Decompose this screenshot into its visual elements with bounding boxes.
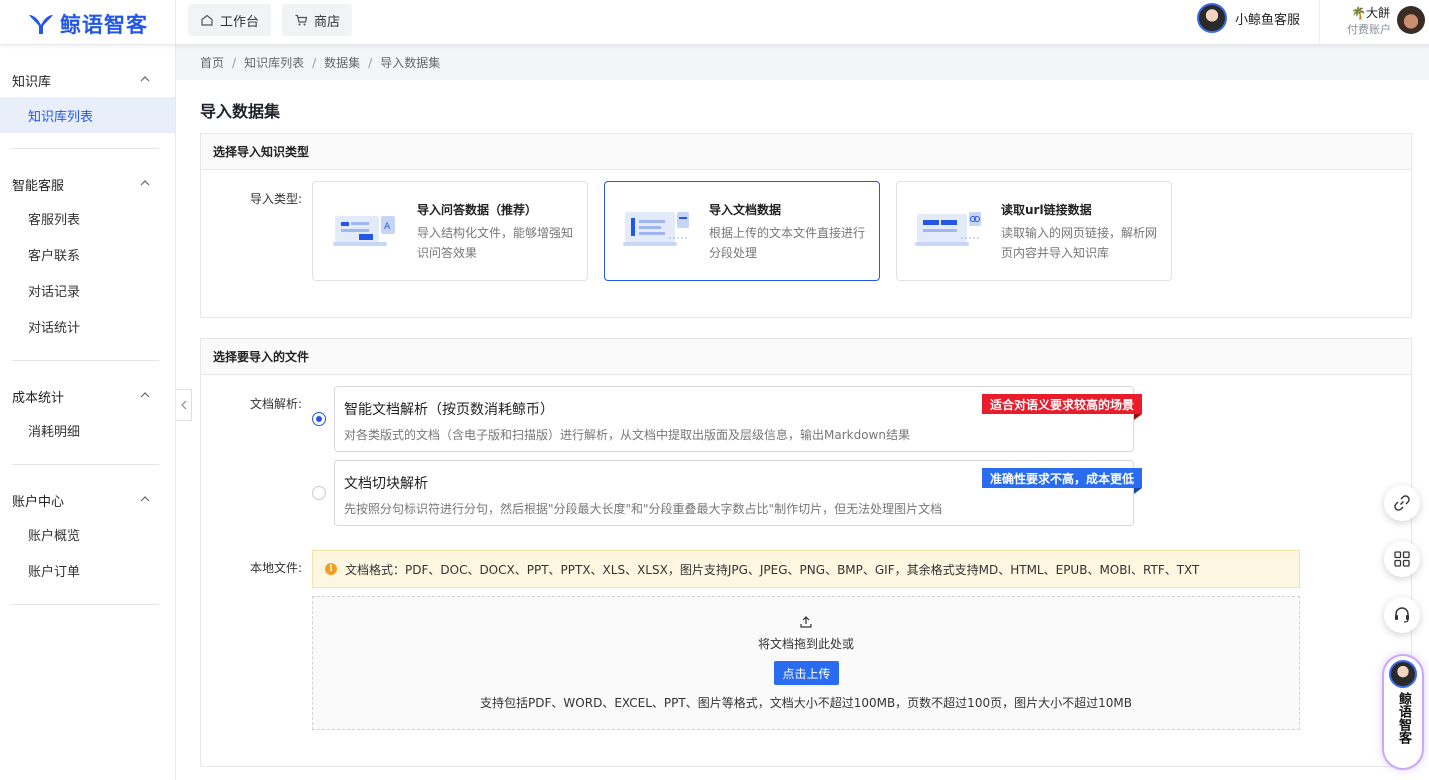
sidebar-item-consumption[interactable]: 消耗明细: [0, 412, 175, 448]
workbench-label: 工作台: [220, 14, 260, 30]
home-icon: [201, 14, 213, 26]
header-divider: [175, 0, 176, 45]
user-avatar[interactable]: [1397, 6, 1425, 34]
cart-icon: [295, 14, 308, 26]
sidebar-section-account[interactable]: 账户中心: [12, 491, 64, 510]
link-icon: [1394, 495, 1410, 511]
user-name[interactable]: 🌴大餅: [1351, 4, 1390, 21]
store-label: 商店: [314, 14, 341, 30]
upload-icon: [800, 616, 812, 628]
sidebar-divider: [12, 148, 159, 149]
whale-tail-icon: [29, 15, 53, 34]
logo-text: 鲸语智客: [60, 13, 148, 37]
import-type-label: 导入类型:: [250, 192, 303, 206]
breadcrumb-knowledge-list[interactable]: 知识库列表: [244, 54, 304, 71]
assistant-avatar: [1389, 660, 1417, 688]
grid-icon: [1394, 551, 1410, 567]
file-select-panel: 选择要导入的文件 文档解析: 智能文档解析（按页数消耗鲸币） 对各类版式的文档（…: [200, 338, 1412, 767]
format-notice: ! 文档格式：PDF、DOC、DOCX、PPT、PPTX、XLS、XLSX，图片…: [312, 550, 1300, 588]
import-qa-desc: 导入结构化文件，能够增强知识问答效果: [417, 226, 574, 260]
smart-parse-desc: 对各类版式的文档（含电子版和扫描版）进行解析，从文档中提取出版面及层级信息，输出…: [344, 428, 910, 442]
chunk-parse-title: 文档切块解析: [344, 476, 428, 492]
breadcrumb-separator: /: [232, 55, 237, 70]
sidebar-item-knowledge-list[interactable]: 知识库列表: [0, 97, 175, 133]
logo[interactable]: 鲸语智客: [28, 9, 148, 39]
customer-service-avatar: [1197, 3, 1227, 33]
sidebar-collapse-button[interactable]: [176, 389, 192, 421]
import-type-header: 选择导入知识类型: [201, 134, 1411, 170]
import-document-card[interactable]: 导入文档数据 根据上传的文本文件直接进行分段处理: [604, 181, 880, 281]
dropzone-hint: 支持包括PDF、WORD、EXCEL、PPT、图片等格式，文档大小不超过100M…: [480, 696, 1132, 710]
sidebar: 知识库 知识库列表 智能客服 客服列表 客户联系 对话记录 对话统计 成本统计 …: [0, 45, 176, 780]
sidebar-item-cs-list[interactable]: 客服列表: [0, 200, 175, 236]
smart-parse-title: 智能文档解析（按页数消耗鲸币）: [344, 402, 554, 418]
qa-data-icon: A: [333, 216, 395, 246]
sidebar-item-account-overview[interactable]: 账户概览: [0, 516, 175, 552]
breadcrumb-dataset[interactable]: 数据集: [324, 54, 360, 71]
breadcrumb-separator: /: [312, 55, 317, 70]
sidebar-section-smart-cs[interactable]: 智能客服: [12, 175, 64, 194]
import-url-desc: 读取输入的网页链接，解析网页内容并导入知识库: [1001, 226, 1158, 260]
user-tier: 付费账户: [1347, 23, 1391, 36]
customer-service[interactable]: 小鲸鱼客服: [1197, 3, 1300, 33]
doc-parse-label: 文档解析:: [250, 397, 303, 411]
top-header: 鲸语智客 工作台 商店 小鲸鱼客服 🌴大餅 付费账户: [0, 0, 1429, 45]
file-select-header: 选择要导入的文件: [201, 339, 1411, 375]
import-qa-card[interactable]: A 导入问答数据（推荐） 导入结构化文件，能够增强知识问答效果: [312, 181, 588, 281]
format-notice-text: 文档格式：PDF、DOC、DOCX、PPT、PPTX、XLS、XLSX，图片支持…: [345, 562, 1200, 577]
sidebar-item-account-orders[interactable]: 账户订单: [0, 552, 175, 588]
sidebar-divider: [12, 360, 159, 361]
local-file-label: 本地文件:: [250, 561, 303, 575]
user-divider: [1319, 0, 1320, 45]
store-button[interactable]: 商店: [282, 4, 353, 36]
smart-parse-tag: 适合对语义要求较高的场景: [981, 394, 1143, 420]
breadcrumb-home[interactable]: 首页: [200, 54, 224, 71]
upload-button[interactable]: 点击上传: [774, 661, 839, 685]
dropzone-text: 将文档拖到此处或: [757, 637, 854, 651]
headset-icon: [1395, 607, 1409, 623]
sidebar-divider: [12, 464, 159, 465]
import-type-panel: 选择导入知识类型 导入类型: A 导入问答数据（推荐） 导入结构化文件，能够增强…: [200, 133, 1412, 318]
breadcrumb-current: 导入数据集: [380, 56, 441, 70]
link-button[interactable]: [1384, 485, 1420, 521]
sidebar-section-knowledge[interactable]: 知识库: [12, 71, 51, 90]
chevron-up-icon[interactable]: [139, 389, 151, 401]
breadcrumb: 首页 / 知识库列表 / 数据集 / 导入数据集: [176, 45, 1429, 80]
chunk-parse-desc: 先按照分句标识符进行分句，然后根据"分段最大长度"和"分段重叠最大字数占比"制作…: [344, 502, 943, 516]
upload-dropzone[interactable]: 将文档拖到此处或 点击上传 支持包括PDF、WORD、EXCEL、PPT、图片等…: [312, 596, 1300, 730]
chevron-up-icon[interactable]: [139, 177, 151, 189]
support-button[interactable]: [1384, 597, 1420, 633]
chevron-up-icon[interactable]: [139, 493, 151, 505]
smart-parse-radio[interactable]: [312, 412, 326, 426]
page-title: 导入数据集: [200, 102, 281, 121]
warning-icon: !: [325, 563, 337, 575]
sidebar-section-cost[interactable]: 成本统计: [12, 387, 64, 406]
chevron-left-icon: [180, 400, 186, 410]
svg-text:A: A: [384, 222, 391, 232]
sidebar-divider: [12, 604, 159, 605]
import-document-desc: 根据上传的文本文件直接进行分段处理: [709, 226, 866, 260]
import-url-card[interactable]: 读取url链接数据 读取输入的网页链接，解析网页内容并导入知识库: [896, 181, 1172, 281]
import-document-title: 导入文档数据: [709, 203, 782, 217]
workbench-button[interactable]: 工作台: [188, 4, 272, 36]
document-data-icon: [623, 212, 689, 246]
sidebar-item-chat-records[interactable]: 对话记录: [0, 272, 175, 308]
import-qa-title: 导入问答数据（推荐）: [417, 203, 538, 217]
assistant-widget[interactable]: 鲸语智客: [1384, 656, 1422, 768]
grid-button[interactable]: [1384, 541, 1420, 577]
sidebar-item-chat-stats[interactable]: 对话统计: [0, 308, 175, 344]
chevron-up-icon[interactable]: [139, 73, 151, 85]
chunk-parse-tag: 准确性要求不高，成本更低: [981, 468, 1143, 494]
assistant-brand-text: 鲸语智客: [1396, 692, 1411, 744]
breadcrumb-separator: /: [368, 55, 373, 70]
sidebar-item-customer-contact[interactable]: 客户联系: [0, 236, 175, 272]
chunk-parse-option[interactable]: 文档切块解析 先按照分句标识符进行分句，然后根据"分段最大长度"和"分段重叠最大…: [334, 460, 1143, 526]
customer-service-label: 小鲸鱼客服: [1235, 12, 1301, 28]
url-link-icon: [915, 212, 981, 246]
chunk-parse-radio[interactable]: [312, 486, 326, 500]
import-url-title: 读取url链接数据: [1001, 203, 1092, 217]
smart-parse-option[interactable]: 智能文档解析（按页数消耗鲸币） 对各类版式的文档（含电子版和扫描版）进行解析，从…: [334, 386, 1143, 452]
